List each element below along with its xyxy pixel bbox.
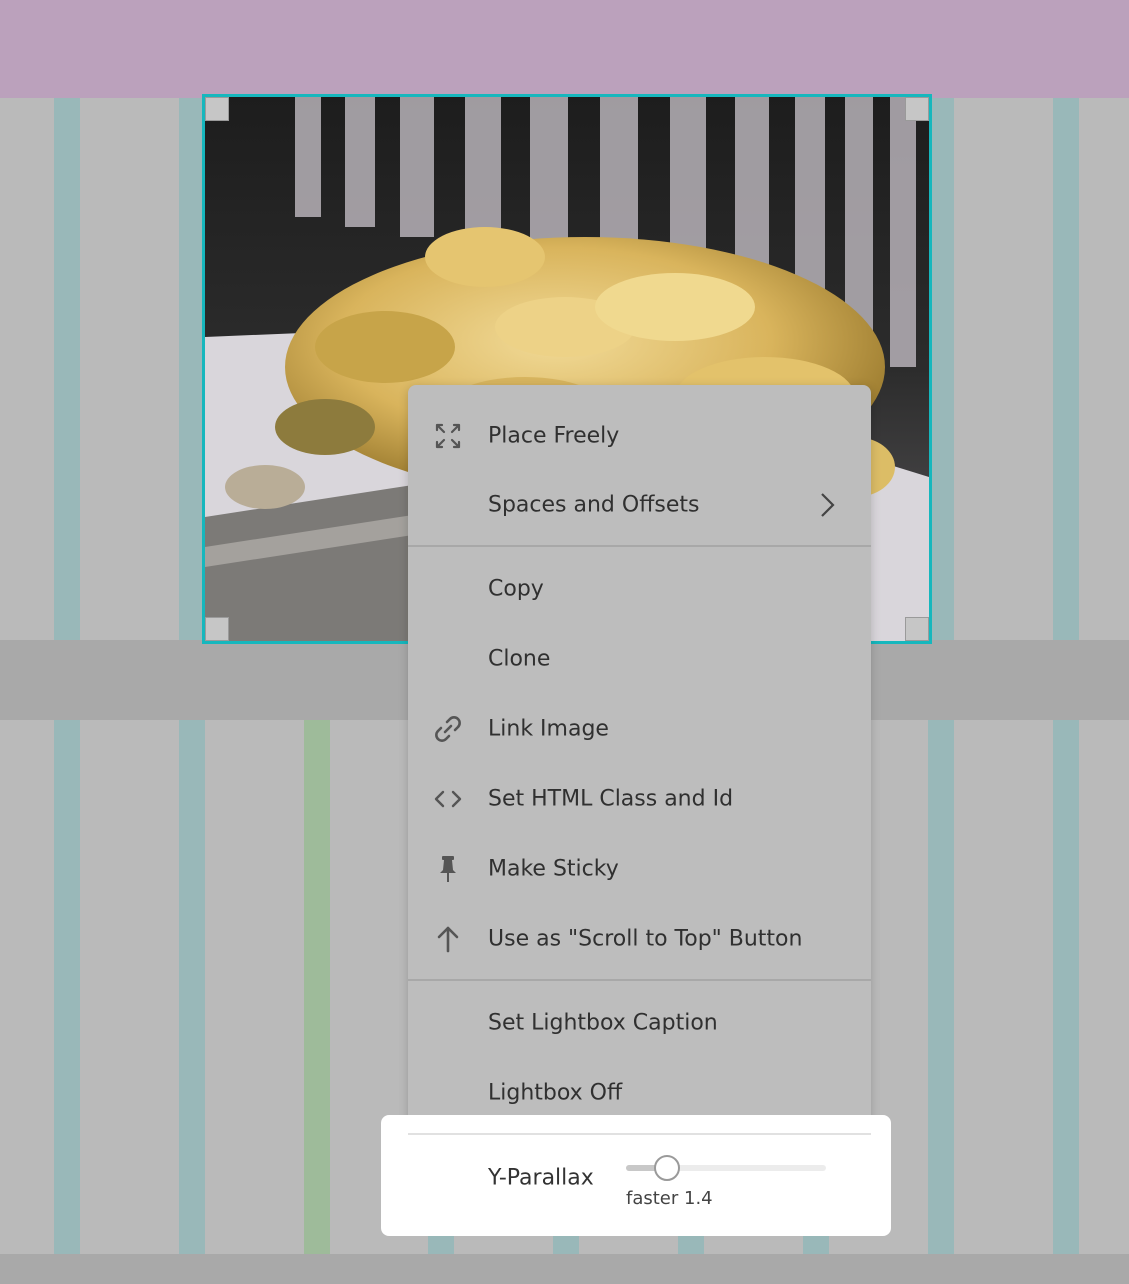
menu-item-clone[interactable]: Clone <box>408 634 871 684</box>
link-icon <box>432 713 464 745</box>
resize-handle-bottom-left[interactable] <box>205 617 229 641</box>
menu-item-label: Set HTML Class and Id <box>488 786 734 812</box>
menu-item-make-sticky[interactable]: Make Sticky <box>408 844 871 894</box>
grid-column-guide-highlighted <box>304 720 330 1254</box>
y-parallax-value: faster 1.4 <box>626 1188 713 1209</box>
menu-item-label: Set Lightbox Caption <box>488 1010 718 1036</box>
menu-item-label: Copy <box>488 576 544 602</box>
footer-section-band <box>0 1254 1129 1284</box>
menu-item-link-image[interactable]: Link Image <box>408 704 871 754</box>
arrow-up-icon <box>432 923 464 955</box>
y-parallax-row: Y-Parallax faster 1.4 <box>408 1115 871 1225</box>
slider-thumb[interactable] <box>654 1155 680 1181</box>
menu-item-label: Spaces and Offsets <box>488 492 700 518</box>
resize-handle-bottom-right[interactable] <box>905 617 929 641</box>
menu-item-label: Lightbox Off <box>488 1080 623 1106</box>
menu-item-set-lightbox-caption[interactable]: Set Lightbox Caption <box>408 998 871 1048</box>
menu-item-scroll-to-top[interactable]: Use as "Scroll to Top" Button <box>408 914 871 964</box>
menu-item-label: Link Image <box>488 716 609 742</box>
code-icon <box>432 783 464 815</box>
menu-item-lightbox-off[interactable]: Lightbox Off <box>408 1068 871 1118</box>
menu-item-spaces-and-offsets[interactable]: Spaces and Offsets <box>408 480 871 530</box>
menu-item-label: Place Freely <box>488 423 620 449</box>
pin-icon <box>432 853 464 885</box>
y-parallax-label: Y-Parallax <box>488 1165 594 1191</box>
menu-item-label: Make Sticky <box>488 856 619 882</box>
resize-handle-top-left[interactable] <box>205 97 229 121</box>
menu-item-place-freely[interactable]: Place Freely <box>408 411 871 461</box>
menu-item-copy[interactable]: Copy <box>408 564 871 614</box>
y-parallax-panel: Y-Parallax faster 1.4 <box>381 1115 891 1236</box>
context-menu: Place Freely Spaces and Offsets Copy Clo… <box>408 385 871 1225</box>
menu-divider <box>408 1133 871 1135</box>
chevron-right-icon <box>821 493 835 517</box>
menu-divider <box>408 979 871 981</box>
expand-arrows-icon <box>432 420 464 452</box>
header-section-band <box>0 0 1129 98</box>
y-parallax-slider[interactable] <box>626 1155 826 1181</box>
menu-item-set-html-class-and-id[interactable]: Set HTML Class and Id <box>408 774 871 824</box>
menu-item-label: Use as "Scroll to Top" Button <box>488 926 803 952</box>
resize-handle-top-right[interactable] <box>905 97 929 121</box>
menu-divider <box>408 545 871 547</box>
menu-item-label: Clone <box>488 646 551 672</box>
